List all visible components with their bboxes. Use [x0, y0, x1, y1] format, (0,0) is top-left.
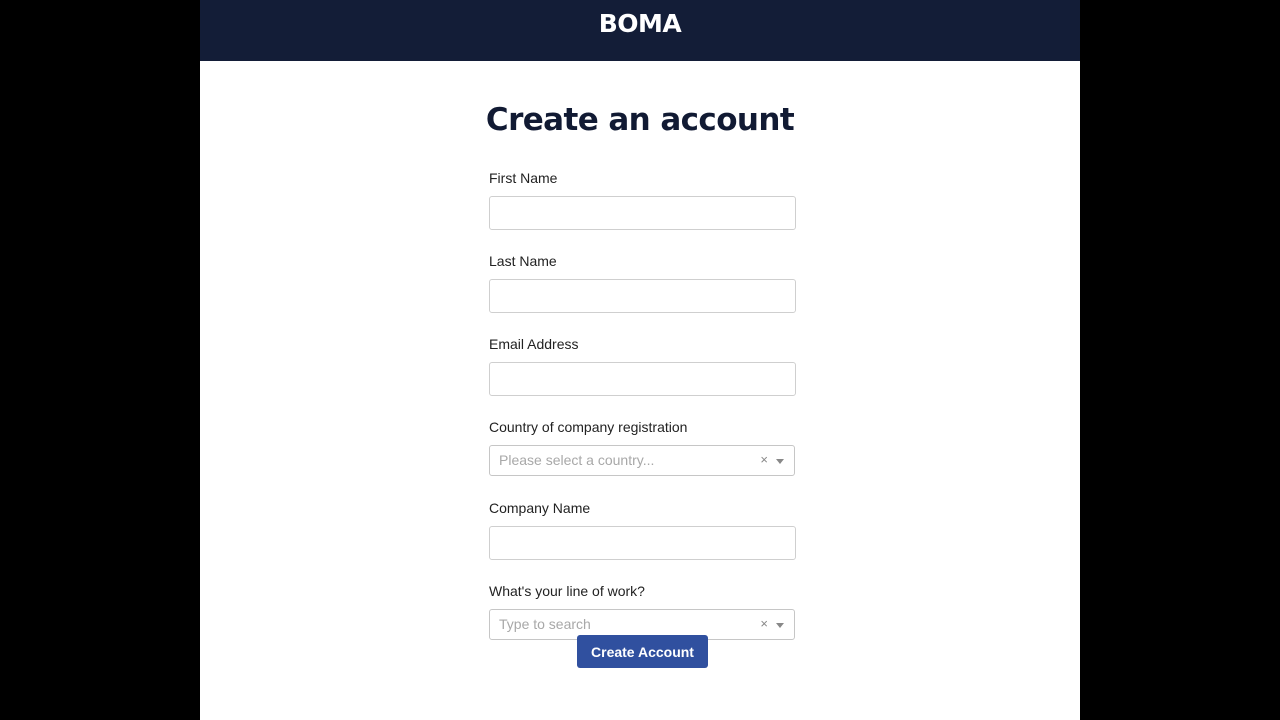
line-of-work-chevron-down-icon[interactable]: [776, 623, 784, 628]
country-select[interactable]: Please select a country... ×: [489, 445, 795, 476]
last-name-input[interactable]: [489, 279, 796, 313]
first-name-input[interactable]: [489, 196, 796, 230]
line-of-work-label: What's your line of work?: [489, 583, 645, 599]
company-name-label: Company Name: [489, 500, 591, 516]
country-select-placeholder: Please select a country...: [499, 452, 655, 468]
email-label: Email Address: [489, 336, 579, 352]
line-of-work-clear-icon[interactable]: ×: [760, 610, 768, 638]
submit-area: Create Account: [577, 635, 708, 668]
create-account-button[interactable]: Create Account: [577, 635, 708, 668]
country-chevron-down-icon[interactable]: [776, 459, 784, 464]
email-input[interactable]: [489, 362, 796, 396]
country-label: Country of company registration: [489, 419, 688, 435]
company-name-input[interactable]: [489, 526, 796, 560]
signup-form: First Name Last Name Email Address Count…: [489, 168, 797, 662]
boma-logo[interactable]: BOMA: [200, 8, 1080, 40]
last-name-label: Last Name: [489, 253, 557, 269]
country-clear-icon[interactable]: ×: [760, 446, 768, 474]
page-container: BOMA Create an account First Name Last N…: [200, 0, 1080, 720]
page-title: Create an account: [485, 102, 795, 138]
top-header-bar: BOMA: [200, 0, 1080, 61]
first-name-label: First Name: [489, 170, 558, 186]
